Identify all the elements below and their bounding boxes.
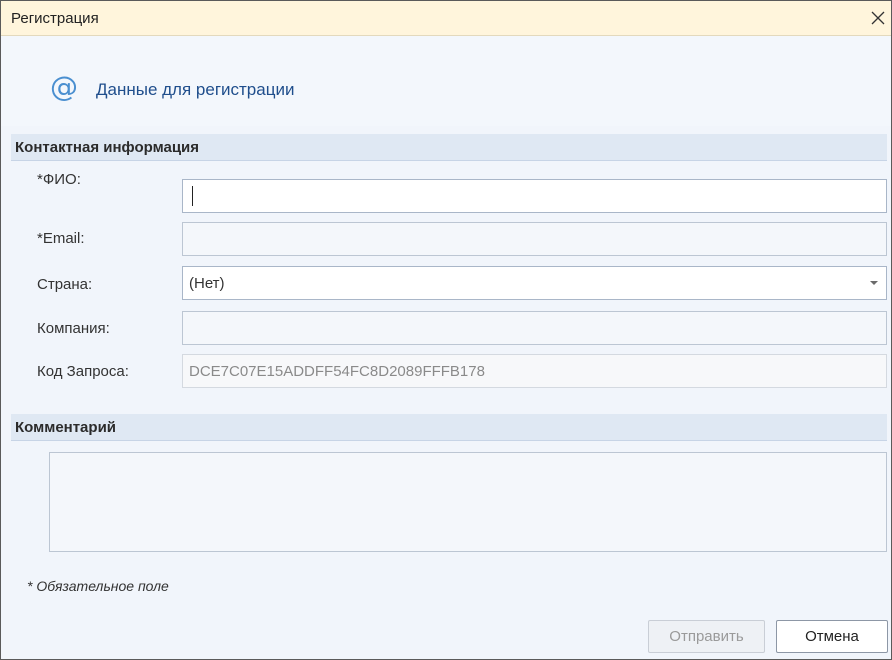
request-code-value: DCE7C07E15ADDFF54FC8D2089FFFB178: [189, 363, 485, 380]
dialog-content: @ Данные для регистрации Контактная инфо…: [1, 36, 891, 659]
cancel-button[interactable]: Отмена: [776, 620, 888, 653]
dialog-header: @ Данные для регистрации: [1, 36, 891, 126]
at-sign-icon: @: [50, 72, 78, 102]
header-title: Данные для регистрации: [96, 80, 295, 99]
fio-label: *ФИО:: [37, 171, 81, 188]
comment-section-header: Комментарий: [11, 414, 887, 441]
comment-section-title: Комментарий: [15, 419, 117, 436]
text-caret: [192, 186, 193, 206]
chevron-down-icon[interactable]: [870, 281, 878, 285]
comment-textarea[interactable]: [49, 452, 887, 552]
close-button[interactable]: [863, 3, 892, 33]
request-code-field[interactable]: DCE7C07E15ADDFF54FC8D2089FFFB178: [182, 354, 887, 388]
required-field-note: * Обязательное поле: [27, 578, 169, 594]
svg-text:@: @: [50, 72, 78, 102]
company-input[interactable]: [182, 311, 887, 345]
country-value: (Нет): [189, 275, 225, 292]
window-title: Регистрация: [11, 10, 99, 27]
submit-button[interactable]: Отправить: [648, 620, 765, 653]
country-label: Страна:: [37, 276, 93, 293]
country-select[interactable]: (Нет): [182, 266, 887, 300]
contact-section-header: Контактная информация: [11, 134, 887, 161]
email-input[interactable]: [182, 222, 887, 256]
fio-input[interactable]: [182, 179, 887, 213]
email-label: *Email:: [37, 230, 85, 247]
title-bar[interactable]: Регистрация: [1, 1, 891, 36]
close-icon: [871, 11, 885, 25]
request-code-label: Код Запроса:: [37, 363, 129, 380]
contact-section-title: Контактная информация: [15, 139, 200, 156]
company-label: Компания:: [37, 320, 110, 337]
registration-dialog: Регистрация @ Данные для регистрации Кон…: [0, 0, 892, 660]
